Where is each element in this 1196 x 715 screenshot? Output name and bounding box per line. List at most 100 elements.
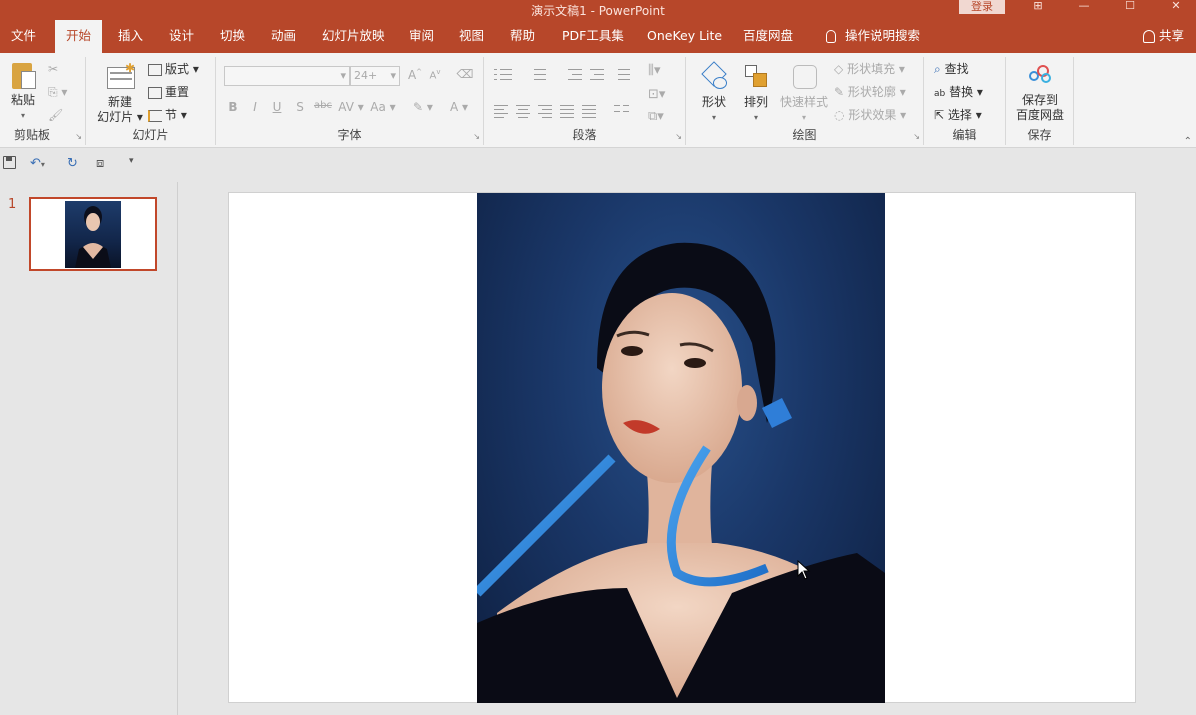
tab-baidu-netdisk[interactable]: 百度网盘 bbox=[732, 20, 804, 53]
shape-outline-button[interactable]: ✎ 形状轮廓 ▾ bbox=[834, 82, 906, 102]
select-button[interactable]: ⇱ 选择 ▾ bbox=[934, 105, 982, 125]
clipboard-group: 粘贴 ▾ ✂ ⎘ ▾ 🖌 剪贴板 ↘ bbox=[0, 57, 86, 145]
tab-help[interactable]: 帮助 bbox=[499, 20, 546, 53]
tab-slideshow[interactable]: 幻灯片放映 bbox=[311, 20, 396, 53]
underline-button[interactable]: U bbox=[268, 100, 286, 114]
highlight-icon[interactable]: ✎ ▾ bbox=[410, 100, 436, 114]
slides-pane: 1 bbox=[0, 182, 178, 715]
start-slideshow-icon[interactable]: ⧈ bbox=[96, 156, 104, 171]
arrange-button[interactable]: 排列 ▾ bbox=[736, 61, 776, 125]
columns-icon[interactable] bbox=[614, 103, 634, 119]
paragraph-label: 段落 bbox=[572, 128, 597, 142]
slide-thumbnail[interactable] bbox=[29, 197, 157, 271]
slide-canvas[interactable] bbox=[228, 192, 1136, 703]
tell-me-search[interactable]: 操作说明搜索 bbox=[815, 20, 931, 53]
change-case-button[interactable]: Aa ▾ bbox=[368, 100, 398, 114]
ribbon-display-icon[interactable]: ⊞ bbox=[1026, 0, 1050, 14]
font-name-combo[interactable]: ▾ bbox=[224, 66, 350, 86]
brush-icon: 🖌 bbox=[48, 108, 64, 122]
shrink-font-button[interactable]: Av bbox=[426, 68, 444, 81]
clear-format-icon[interactable]: ⌫ bbox=[456, 67, 474, 81]
paste-icon bbox=[8, 59, 38, 91]
grow-font-button[interactable]: A^ bbox=[406, 68, 424, 82]
slides-group: ✱ 新建 幻灯片 ▾ 版式 ▾ 重置 节 ▾ 幻灯片 bbox=[86, 57, 216, 145]
paragraph-launcher-icon[interactable]: ↘ bbox=[675, 132, 682, 141]
increase-indent-icon[interactable] bbox=[586, 67, 606, 83]
replace-button[interactable]: ab 替换 ▾ bbox=[934, 82, 983, 102]
copy-icon: ⎘ ▾ bbox=[48, 85, 68, 99]
format-painter-button[interactable]: 🖌 bbox=[48, 105, 63, 125]
tab-file[interactable]: 文件 bbox=[0, 20, 47, 53]
tab-transitions[interactable]: 切换 bbox=[209, 20, 256, 53]
effects-icon: ◌ bbox=[834, 108, 845, 122]
tab-insert[interactable]: 插入 bbox=[107, 20, 154, 53]
align-right-icon[interactable] bbox=[538, 103, 558, 119]
italic-button[interactable]: I bbox=[246, 100, 264, 114]
line-spacing-icon[interactable] bbox=[612, 67, 632, 83]
collapse-ribbon-icon[interactable]: ⌃ bbox=[1184, 136, 1192, 147]
tab-design[interactable]: 设计 bbox=[158, 20, 205, 53]
bullets-icon[interactable] bbox=[494, 67, 514, 83]
new-slide-button[interactable]: ✱ 新建 幻灯片 ▾ bbox=[94, 61, 146, 125]
bold-button[interactable]: B bbox=[224, 100, 242, 114]
tab-onekey-lite[interactable]: OneKey Lite bbox=[636, 20, 733, 53]
slides-label: 幻灯片 bbox=[132, 128, 169, 142]
text-direction-icon[interactable]: ⫼▾ bbox=[648, 63, 668, 79]
share-label: 共享 bbox=[1158, 28, 1184, 43]
ribbon-tabs: 文件 开始 插入 设计 切换 动画 幻灯片放映 审阅 视图 帮助 PDF工具集 … bbox=[0, 20, 1196, 53]
shape-fill-button[interactable]: ◇ 形状填充 ▾ bbox=[834, 59, 905, 79]
undo-icon[interactable]: ↶▾ bbox=[30, 156, 45, 171]
layout-button[interactable]: 版式 ▾ bbox=[148, 59, 199, 79]
clipboard-launcher-icon[interactable]: ↘ bbox=[75, 132, 82, 141]
font-color-button[interactable]: A ▾ bbox=[446, 100, 472, 114]
tab-home[interactable]: 开始 bbox=[55, 20, 103, 53]
font-launcher-icon[interactable]: ↘ bbox=[473, 132, 480, 141]
minimize-icon[interactable]: — bbox=[1072, 0, 1096, 14]
shapes-button[interactable]: 形状 ▾ bbox=[694, 61, 734, 125]
save-icon[interactable] bbox=[3, 156, 16, 169]
login-button[interactable]: 登录 bbox=[959, 0, 1005, 14]
share-button[interactable]: 共享 bbox=[1142, 20, 1184, 53]
drawing-launcher-icon[interactable]: ↘ bbox=[913, 132, 920, 141]
shape-effects-button[interactable]: ◌ 形状效果 ▾ bbox=[834, 105, 906, 125]
tab-review[interactable]: 审阅 bbox=[398, 20, 445, 53]
align-center-icon[interactable] bbox=[516, 103, 536, 119]
decrease-indent-icon[interactable] bbox=[564, 67, 584, 83]
redo-icon[interactable]: ↻ bbox=[67, 156, 78, 171]
shadow-button[interactable]: S bbox=[291, 100, 309, 114]
customize-qat-icon[interactable]: ▾ bbox=[129, 156, 134, 166]
paste-button[interactable]: 粘贴 ▾ bbox=[5, 59, 41, 123]
close-icon[interactable]: ✕ bbox=[1164, 0, 1188, 14]
section-button[interactable]: 节 ▾ bbox=[148, 105, 187, 125]
reset-button[interactable]: 重置 bbox=[148, 82, 189, 102]
align-text-icon[interactable]: ⊡▾ bbox=[648, 87, 668, 103]
slide-editor bbox=[178, 182, 1196, 715]
cut-button[interactable]: ✂ bbox=[48, 59, 58, 79]
save-group: 保存到 百度网盘 保存 bbox=[1006, 57, 1074, 145]
char-spacing-button[interactable]: AV ▾ bbox=[336, 100, 366, 114]
save-to-netdisk-button[interactable]: 保存到 百度网盘 bbox=[1012, 63, 1068, 123]
justify-icon[interactable] bbox=[560, 103, 580, 119]
slide-number: 1 bbox=[8, 197, 17, 212]
quick-styles-button[interactable]: 快速样式 ▾ bbox=[778, 61, 830, 125]
smartart-icon[interactable]: ⧉▾ bbox=[648, 109, 668, 125]
portrait-photo[interactable] bbox=[477, 193, 885, 703]
editing-label: 编辑 bbox=[952, 128, 977, 142]
person-icon bbox=[1142, 30, 1155, 43]
scissors-icon: ✂ bbox=[48, 62, 59, 76]
numbering-icon[interactable] bbox=[528, 67, 548, 83]
cursor-icon: ⇱ bbox=[934, 108, 945, 122]
shapes-icon bbox=[699, 61, 729, 93]
window-title: 演示文稿1 - PowerPoint bbox=[531, 4, 665, 18]
find-button[interactable]: ⌕ 查找 bbox=[934, 59, 969, 79]
tab-pdf-tools[interactable]: PDF工具集 bbox=[551, 20, 635, 53]
tab-animations[interactable]: 动画 bbox=[260, 20, 307, 53]
strikethrough-button[interactable]: abc bbox=[312, 100, 334, 111]
tab-view[interactable]: 视图 bbox=[448, 20, 495, 53]
arrange-icon bbox=[741, 61, 771, 93]
copy-button[interactable]: ⎘ ▾ bbox=[48, 82, 67, 102]
maximize-icon[interactable]: ☐ bbox=[1118, 0, 1142, 14]
align-left-icon[interactable] bbox=[494, 103, 514, 119]
font-size-combo[interactable]: 24+ ▾ bbox=[350, 66, 400, 86]
distribute-icon[interactable] bbox=[582, 103, 602, 119]
